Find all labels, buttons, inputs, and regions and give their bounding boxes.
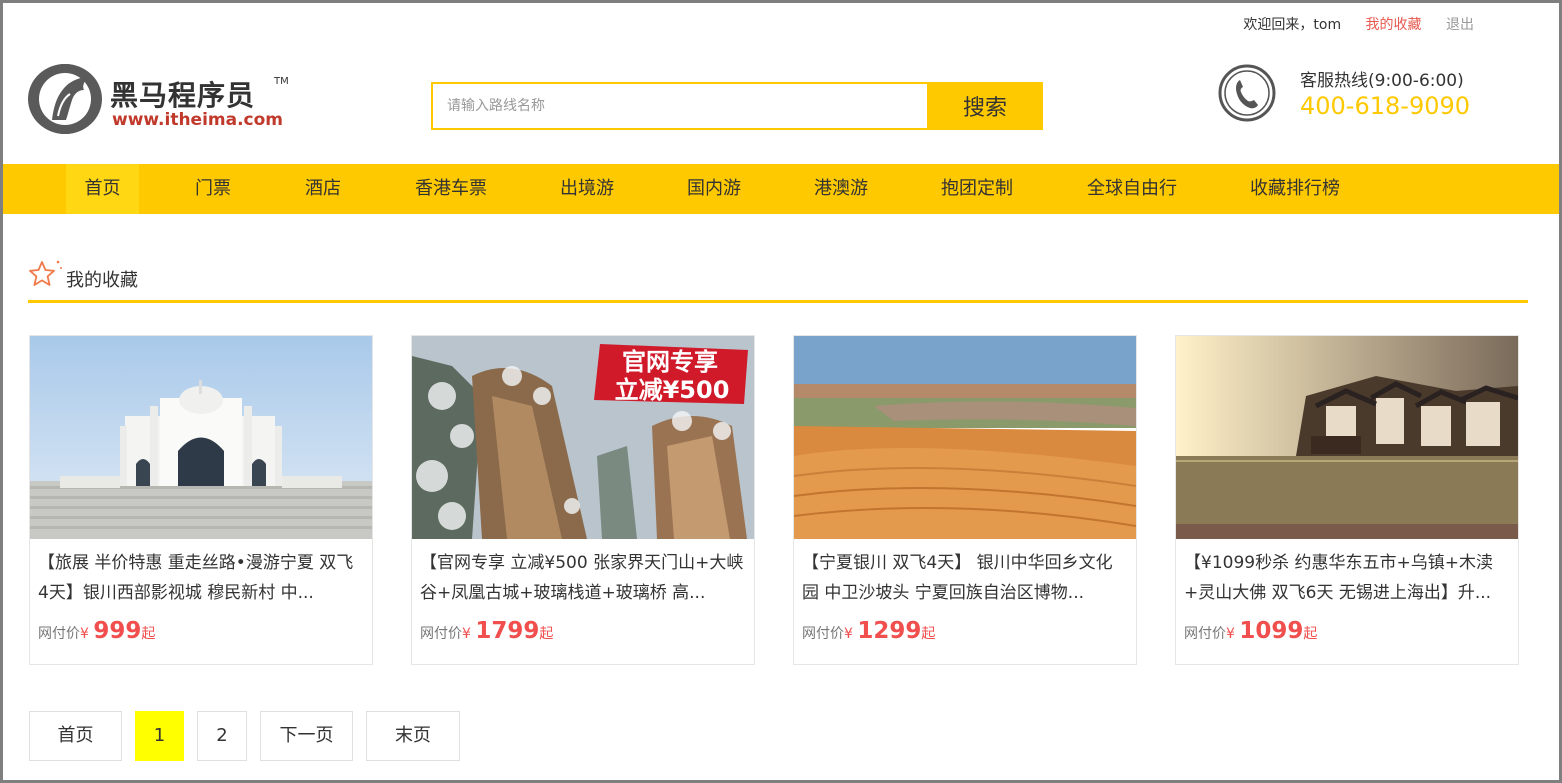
promo-badge: 官网专享 立减¥500 [594,344,748,404]
price-suffix: 起 [539,626,554,642]
price-currency: ¥ [462,626,471,642]
card-title[interactable]: 【官网专享 立减¥500 张家界天门山+大峡谷+凤凰古城+玻璃栈道+玻璃桥 高.… [420,548,746,608]
card-title[interactable]: 【旅展 半价特惠 重走丝路•漫游宁夏 双飞4天】银川西部影视城 穆民新村 中..… [38,548,364,608]
welcome-text: 欢迎回来，tom [1243,17,1342,33]
page-1-button[interactable]: 1 [135,711,184,761]
card-price: 网付价¥ 999起 [38,618,155,644]
favorite-card[interactable]: 【宁夏银川 双飞4天】 银川中华回乡文化园 中卫沙坡头 宁夏回族自治区博物...… [793,335,1137,665]
hotline-label: 客服热线(9:00-6:00) [1300,71,1464,91]
star-icon [29,260,62,286]
price-label: 网付价 [420,626,462,642]
search-input[interactable] [433,84,927,128]
nav-item-custom-group[interactable]: 抱团定制 [931,164,1023,214]
card-price: 网付价¥ 1299起 [802,618,935,644]
price-value: 1299 [857,618,922,644]
hotline: 客服热线(9:00-6:00) 400-618-9090 [1218,64,1478,124]
page-2-button[interactable]: 2 [197,711,247,761]
horse-logo-icon [28,64,102,134]
promo-badge-line1: 官网专享 [622,348,718,376]
logout-link[interactable]: 退出 [1446,17,1474,33]
price-currency: ¥ [844,626,853,642]
favorite-card[interactable]: 【¥1099秒杀 约惠华东五市+乌镇+木渎+灵山大佛 双飞6天 无锡进上海出】升… [1175,335,1519,665]
price-value: 1799 [475,618,540,644]
price-suffix: 起 [141,626,156,642]
card-price: 网付价¥ 1099起 [1184,618,1317,644]
desert-photo [794,336,1136,539]
price-value: 999 [93,618,142,644]
logo-trademark: TM [274,76,289,87]
favorite-card[interactable]: 【旅展 半价特惠 重走丝路•漫游宁夏 双飞4天】银川西部影视城 穆民新村 中..… [29,335,373,665]
nav-item-home[interactable]: 首页 [66,164,139,214]
nav-item-hk-macau[interactable]: 港澳游 [805,164,877,214]
search-button[interactable]: 搜索 [927,82,1043,130]
site-logo[interactable]: 黑马程序员 TM www.itheima.com [28,64,298,136]
page-first-button[interactable]: 首页 [29,711,122,761]
price-label: 网付价 [38,626,80,642]
price-suffix: 起 [921,626,936,642]
price-suffix: 起 [1303,626,1318,642]
water-town-photo [1176,336,1518,539]
section-header: 我的收藏 [28,258,1528,303]
price-currency: ¥ [1226,626,1235,642]
price-currency: ¥ [80,626,89,642]
nav-item-tickets[interactable]: 门票 [183,164,243,214]
page-last-button[interactable]: 末页 [366,711,460,761]
section-title: 我的收藏 [66,270,138,291]
my-favorites-link[interactable]: 我的收藏 [1366,17,1422,33]
price-value: 1099 [1239,618,1304,644]
main-nav: 首页 门票 酒店 香港车票 出境游 国内游 港澳游 抱团定制 全球自由行 收藏排… [3,164,1559,214]
logo-url: www.itheima.com [112,110,284,130]
price-label: 网付价 [802,626,844,642]
favorite-card[interactable]: 官网专享 立减¥500 【官网专享 立减¥500 张家界天门山+大峡谷+凤凰古城… [411,335,755,665]
card-title[interactable]: 【宁夏银川 双飞4天】 银川中华回乡文化园 中卫沙坡头 宁夏回族自治区博物... [802,548,1128,608]
search-box: 搜索 [431,82,1043,130]
mosque-photo [30,336,372,539]
phone-icon [1218,64,1276,122]
nav-item-outbound[interactable]: 出境游 [551,164,623,214]
page-next-button[interactable]: 下一页 [260,711,353,761]
card-price: 网付价¥ 1799起 [420,618,553,644]
promo-badge-line2: 立减¥500 [615,376,730,404]
nav-item-global-free[interactable]: 全球自由行 [1076,164,1188,214]
price-label: 网付价 [1184,626,1226,642]
top-user-bar: 欢迎回来，tom 我的收藏 退出 [1243,14,1474,34]
logo-name: 黑马程序员 [110,79,256,112]
nav-item-hotels[interactable]: 酒店 [293,164,353,214]
nav-item-fav-ranking[interactable]: 收藏排行榜 [1239,164,1351,214]
card-title[interactable]: 【¥1099秒杀 约惠华东五市+乌镇+木渎+灵山大佛 双飞6天 无锡进上海出】升… [1184,548,1510,608]
mountain-photo: 官网专享 立减¥500 [412,336,754,539]
nav-item-hk-bus[interactable]: 香港车票 [405,164,497,214]
hotline-number: 400-618-9090 [1300,92,1471,120]
nav-item-domestic[interactable]: 国内游 [678,164,750,214]
